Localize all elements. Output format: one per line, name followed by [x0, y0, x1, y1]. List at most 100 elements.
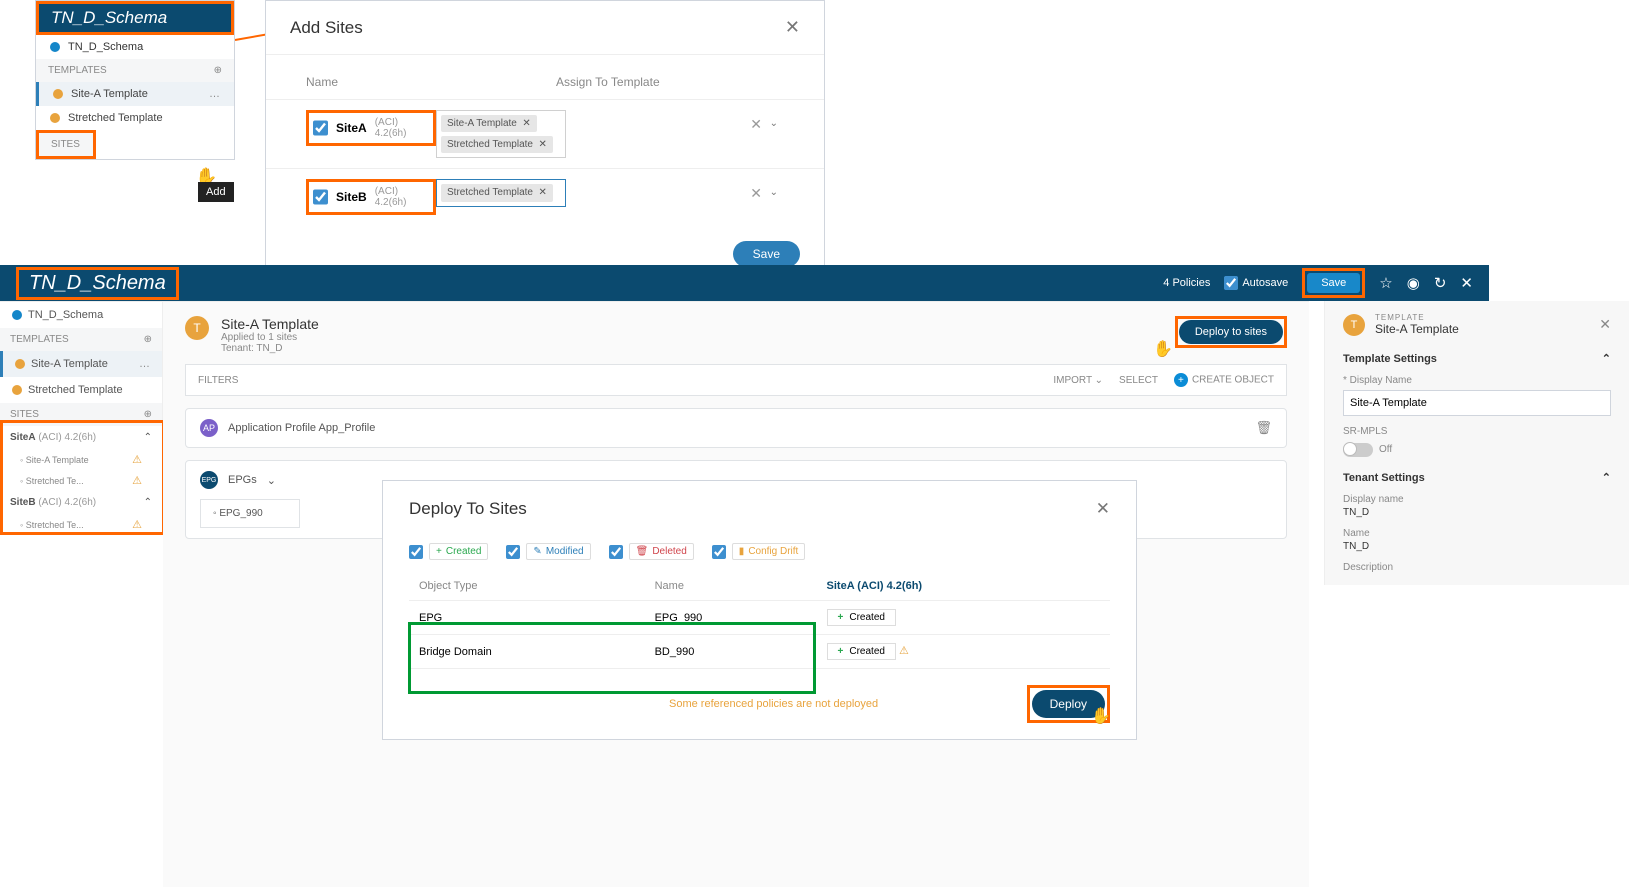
chk-modified[interactable] [506, 545, 520, 559]
sitea-meta: (ACI) 4.2(6h) [375, 117, 429, 139]
import-menu[interactable]: IMPORT ⌄ [1053, 375, 1103, 386]
mini-sidebar-title: TN_D_Schema [36, 1, 234, 35]
create-object[interactable]: +CREATE OBJECT [1174, 373, 1274, 387]
plus-circle-icon: + [1174, 373, 1188, 387]
cursor-icon: ✋ [1091, 706, 1111, 726]
sitea-name: SiteA [336, 121, 367, 135]
clear-icon[interactable]: ✕ [750, 185, 762, 202]
mini-templates-header: TEMPLATES⊕ [36, 59, 234, 82]
chevron-down-icon[interactable]: ⌄ [267, 474, 276, 487]
chevron-up-icon[interactable]: ⌃ [1602, 471, 1611, 484]
sect-template-settings: Template Settings [1343, 353, 1437, 365]
save-button-main[interactable]: Save [1307, 273, 1360, 293]
deploy-rows-highlight [408, 622, 816, 694]
col-assign: Assign To Template [556, 75, 784, 89]
sitea-checkbox[interactable] [313, 120, 328, 136]
deploy-to-sites-dialog: Deploy To Sites ✕ + Created ✎ Modified 🗑… [382, 480, 1137, 740]
deploy-to-sites-button[interactable]: Deploy to sites [1179, 320, 1283, 344]
th-name: Name [645, 572, 817, 601]
cell-status: +Created ⚠ [817, 635, 1110, 669]
close-icon[interactable]: ✕ [1096, 499, 1110, 519]
sb-tmpl-b[interactable]: Stretched Template [0, 377, 162, 403]
th-site: SiteA (ACI) 4.2(6h) [817, 572, 1110, 601]
sr-mpls-toggle[interactable] [1343, 443, 1373, 457]
siteb-checkbox[interactable] [313, 189, 328, 205]
policies-count: 4 Policies [1163, 277, 1210, 289]
select-action[interactable]: SELECT [1119, 375, 1158, 386]
schema-icon [50, 42, 60, 52]
app-profile[interactable]: Application Profile App_Profile [228, 422, 375, 434]
dots-icon[interactable]: … [209, 88, 220, 100]
template-icon [53, 89, 63, 99]
sb-tmpl-a[interactable]: Site-A Template… [0, 351, 162, 377]
val-tenant-name: TN_D [1343, 541, 1611, 552]
lbl-tenant-name: Name [1343, 528, 1611, 539]
dialog-title: Add Sites [290, 18, 363, 38]
lbl-tenant-dn: Display name [1343, 494, 1611, 505]
sb-templates-hdr: TEMPLATES⊕ [0, 328, 162, 351]
autosave-toggle[interactable]: Autosave [1224, 276, 1288, 290]
lbl-sr-mpls: SR-MPLS [1343, 426, 1611, 437]
lbl-description: Description [1343, 562, 1611, 573]
preview-icon[interactable]: ◉ [1407, 274, 1420, 292]
chip-stretched[interactable]: Stretched Template ✕ [441, 136, 553, 153]
chip-sitea-tmpl[interactable]: Site-A Template ✕ [441, 115, 537, 132]
save-button[interactable]: Save [733, 241, 800, 267]
chevron-down-icon[interactable]: ⌄ [770, 118, 778, 129]
chevron-down-icon[interactable]: ⌄ [770, 187, 778, 198]
template-badge-icon: T [1343, 314, 1365, 336]
chk-created[interactable] [409, 545, 423, 559]
legend-drift: ▮ Config Drift [732, 543, 806, 560]
mini-template-a[interactable]: Site-A Template… [36, 82, 234, 106]
main-top-bar: TN_D_Schema 4 Policies Autosave Save ☆ ◉… [0, 265, 1489, 301]
legend-deleted: 🗑 Deleted [629, 543, 694, 560]
siteb-meta: (ACI) 4.2(6h) [375, 186, 429, 208]
cell-status: +Created [817, 601, 1110, 635]
dots-icon[interactable]: … [139, 358, 150, 370]
overline: TEMPLATE [1375, 313, 1459, 322]
tmpl-applied: Applied to 1 sites [221, 332, 319, 343]
ap-icon: AP [200, 419, 218, 437]
epg-icon: EPG [200, 471, 218, 489]
sites-highlight [0, 420, 165, 535]
rp-title: Site-A Template [1375, 322, 1459, 336]
tmpl-title: Site-A Template [221, 316, 319, 332]
chevron-up-icon[interactable]: ⌃ [1602, 352, 1611, 365]
epg-card[interactable]: ◦ EPG_990 [200, 499, 300, 528]
sect-tenant-settings: Tenant Settings [1343, 472, 1425, 484]
close-icon[interactable]: ✕ [785, 17, 800, 38]
warning-icon: ⚠ [899, 645, 909, 657]
close-icon[interactable]: ✕ [1599, 316, 1611, 333]
template-badge-icon: T [185, 316, 209, 340]
cursor-icon: ✋ [1153, 339, 1173, 359]
clear-icon[interactable]: ✕ [750, 116, 762, 133]
main-title: TN_D_Schema [16, 267, 179, 300]
plus-icon[interactable]: ⊕ [214, 65, 222, 76]
add-tooltip: Add [198, 182, 234, 202]
plus-icon[interactable]: ⊕ [144, 334, 152, 345]
star-icon[interactable]: ☆ [1379, 274, 1392, 292]
refresh-icon[interactable]: ↻ [1434, 274, 1447, 292]
epgs-label[interactable]: EPGs [228, 474, 257, 486]
sb-schema[interactable]: TN_D_Schema [0, 302, 162, 328]
val-tenant-dn: TN_D [1343, 507, 1611, 518]
tmpl-tenant: Tenant: TN_D [221, 343, 319, 354]
display-name-input[interactable] [1343, 390, 1611, 416]
mini-schema-row[interactable]: TN_D_Schema [36, 35, 234, 59]
mini-sidebar: TN_D_Schema TN_D_Schema TEMPLATES⊕ Site-… [35, 0, 235, 160]
template-icon [15, 359, 25, 369]
deploy-title: Deploy To Sites [409, 499, 527, 519]
chk-drift[interactable] [712, 545, 726, 559]
toggle-off-label: Off [1379, 444, 1611, 455]
schema-icon [12, 310, 22, 320]
trash-icon[interactable]: 🗑 [1255, 420, 1272, 436]
right-panel: T TEMPLATESite-A Template ✕ Template Set… [1324, 301, 1629, 585]
th-object-type: Object Type [409, 572, 645, 601]
close-icon[interactable]: ✕ [1460, 274, 1473, 292]
plus-icon[interactable]: ⊕ [144, 409, 152, 420]
chk-deleted[interactable] [609, 545, 623, 559]
chip-stretched-b[interactable]: Stretched Template ✕ [441, 184, 553, 202]
mini-sites-header: SITES [36, 130, 96, 159]
filters-label[interactable]: FILTERS [198, 375, 238, 386]
mini-template-b[interactable]: Stretched Template [36, 106, 234, 130]
